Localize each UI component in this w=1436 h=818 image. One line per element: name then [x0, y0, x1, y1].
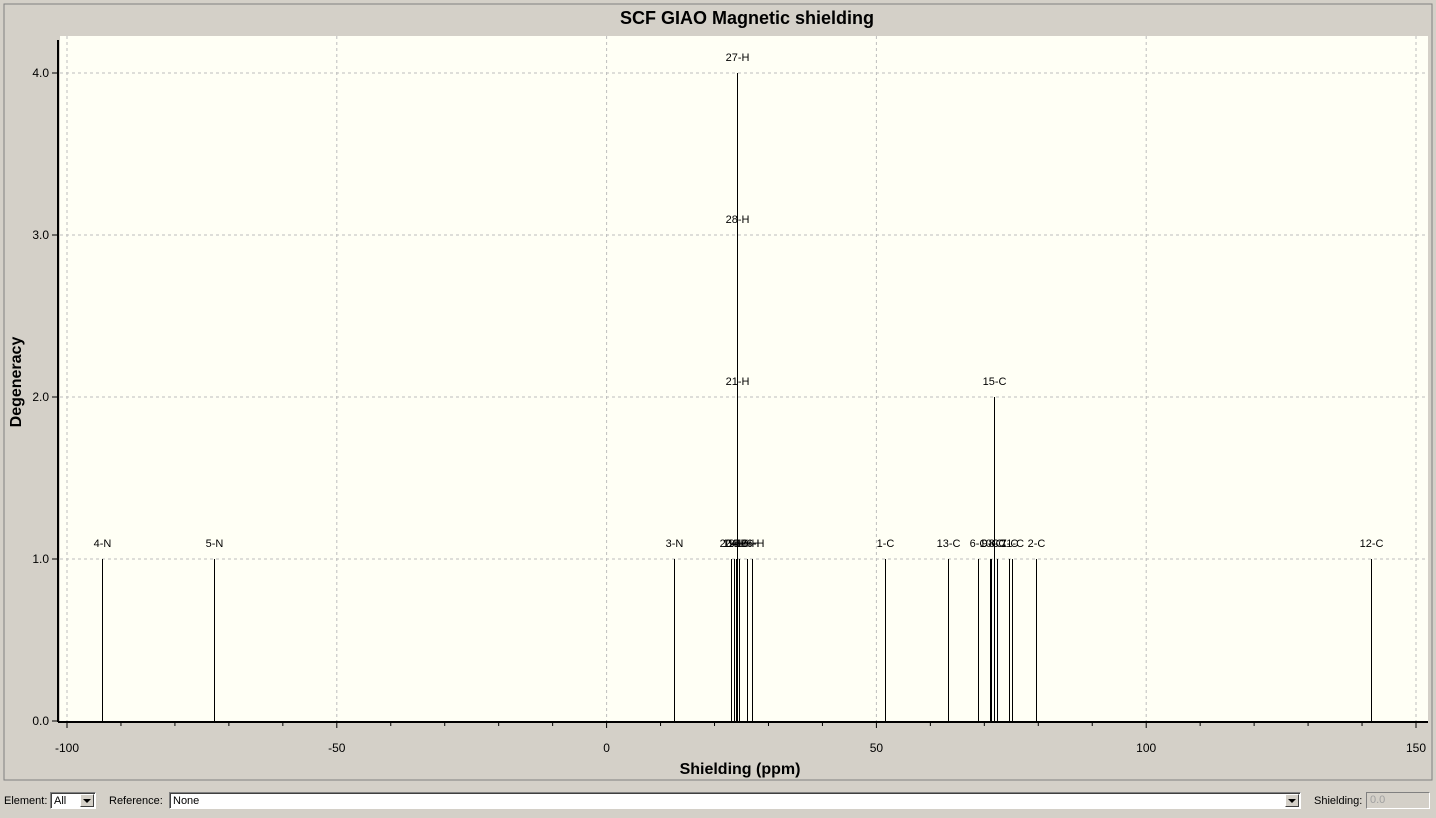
peak-label: 26-H — [741, 538, 765, 550]
peak-label: 21-H — [726, 376, 750, 388]
x-tick-label: -100 — [55, 741, 79, 755]
y-tick-label: 1.0 — [32, 552, 49, 566]
x-tick-label: 150 — [1406, 741, 1426, 755]
shielding-chart: SCF GIAO Magnetic shielding -100 -50 0 50 10… — [0, 0, 1436, 784]
x-tick-label: 0 — [603, 741, 610, 755]
reference-select-value: None — [173, 795, 200, 807]
bottom-toolbar: Element: All Reference: None Shielding: … — [0, 789, 1436, 818]
peak-label: 28-H — [726, 214, 750, 226]
chart-title: SCF GIAO Magnetic shielding — [620, 8, 874, 28]
x-tick-label: 50 — [870, 741, 884, 755]
peak-label: 1-C — [877, 538, 895, 550]
x-tick-label: -50 — [328, 741, 346, 755]
y-tick-label: 3.0 — [32, 228, 49, 242]
peak-label: 5-N — [206, 538, 224, 550]
peak-label: 27-H — [726, 52, 750, 64]
x-tick-label: 100 — [1136, 741, 1156, 755]
peak-label: 11-C — [1001, 538, 1024, 550]
x-axis-label: Shielding (ppm) — [680, 761, 801, 778]
peak-label: 13-C — [937, 538, 961, 550]
y-tick-label: 0.0 — [32, 714, 49, 728]
chevron-down-icon[interactable] — [1285, 794, 1299, 807]
shielding-field: 0.0 — [1366, 792, 1430, 809]
peak-label: 4-N — [94, 538, 112, 550]
peak-label: 2-C — [1028, 538, 1046, 550]
y-tick-label: 4.0 — [32, 66, 49, 80]
reference-label: Reference: — [109, 795, 163, 807]
element-select-value: All — [54, 795, 67, 807]
y-tick-label: 2.0 — [32, 390, 49, 404]
peak-label: 3-N — [666, 538, 684, 550]
peak-label: 15-C — [983, 376, 1007, 388]
shielding-label: Shielding: — [1314, 795, 1363, 807]
element-label: Element: — [4, 795, 48, 807]
y-axis-label: Degeneracy — [8, 337, 25, 428]
peak-label: 12-C — [1360, 538, 1384, 550]
element-select[interactable]: All — [50, 792, 96, 809]
chart-panel: SCF GIAO Magnetic shielding -100 -50 0 50 10… — [0, 0, 1436, 784]
reference-select[interactable]: None — [169, 792, 1301, 809]
chevron-down-icon[interactable] — [80, 794, 94, 807]
